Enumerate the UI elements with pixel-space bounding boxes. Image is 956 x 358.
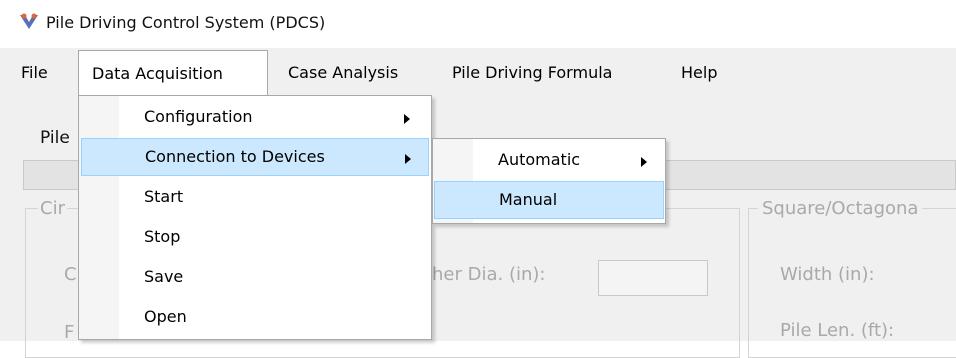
menu-item-configuration[interactable]: Configuration bbox=[81, 98, 429, 136]
menu-item-connection-to-devices[interactable]: Connection to Devices bbox=[81, 138, 429, 176]
app-icon bbox=[20, 13, 38, 29]
menu-case-analysis[interactable]: Case Analysis bbox=[288, 50, 398, 96]
menu-item-label: Save bbox=[144, 267, 184, 286]
menu-item-label: Start bbox=[144, 187, 184, 206]
square-group-label: Square/Octagona bbox=[758, 198, 923, 219]
menu-item-label: Connection to Devices bbox=[145, 147, 325, 166]
circular-group-label: Cir bbox=[38, 198, 67, 219]
data-acquisition-dropdown: Configuration Connection to Devices Star… bbox=[78, 95, 432, 340]
width-label: Width (in): bbox=[780, 264, 875, 285]
inner-dia-label: her Dia. (in): bbox=[432, 264, 546, 285]
menu-item-label: Manual bbox=[499, 190, 558, 209]
circ-field-label: C bbox=[64, 264, 77, 285]
submenu-arrow-icon bbox=[641, 157, 647, 167]
submenu-arrow-icon bbox=[405, 154, 411, 164]
menu-bar: File Data Acquisition Case Analysis Pile… bbox=[0, 50, 956, 96]
inner-dia-input[interactable] bbox=[598, 260, 708, 296]
menu-item-save[interactable]: Save bbox=[81, 258, 429, 296]
menu-data-acquisition[interactable]: Data Acquisition bbox=[78, 50, 268, 96]
connection-submenu: Automatic Manual bbox=[432, 138, 666, 224]
window-title: Pile Driving Control System (PDCS) bbox=[46, 13, 326, 32]
menu-pile-driving-formula[interactable]: Pile Driving Formula bbox=[452, 50, 612, 96]
f-field-label: F bbox=[64, 322, 75, 343]
menu-item-start[interactable]: Start bbox=[81, 178, 429, 216]
submenu-arrow-icon bbox=[404, 114, 410, 124]
menu-item-manual[interactable]: Manual bbox=[434, 181, 664, 219]
menu-item-stop[interactable]: Stop bbox=[81, 218, 429, 256]
menu-file[interactable]: File bbox=[21, 50, 48, 96]
pile-group-label: Pile bbox=[40, 128, 70, 148]
menu-help[interactable]: Help bbox=[681, 50, 717, 96]
menu-item-automatic[interactable]: Automatic bbox=[434, 141, 664, 179]
title-bar: Pile Driving Control System (PDCS) bbox=[0, 0, 956, 48]
pile-length-label: Pile Len. (ft): bbox=[780, 320, 895, 341]
menu-item-label: Configuration bbox=[144, 107, 253, 126]
menu-item-label: Open bbox=[144, 307, 187, 326]
menu-item-open[interactable]: Open bbox=[81, 298, 429, 336]
menu-item-label: Automatic bbox=[498, 150, 581, 169]
menu-item-label: Stop bbox=[144, 227, 181, 246]
